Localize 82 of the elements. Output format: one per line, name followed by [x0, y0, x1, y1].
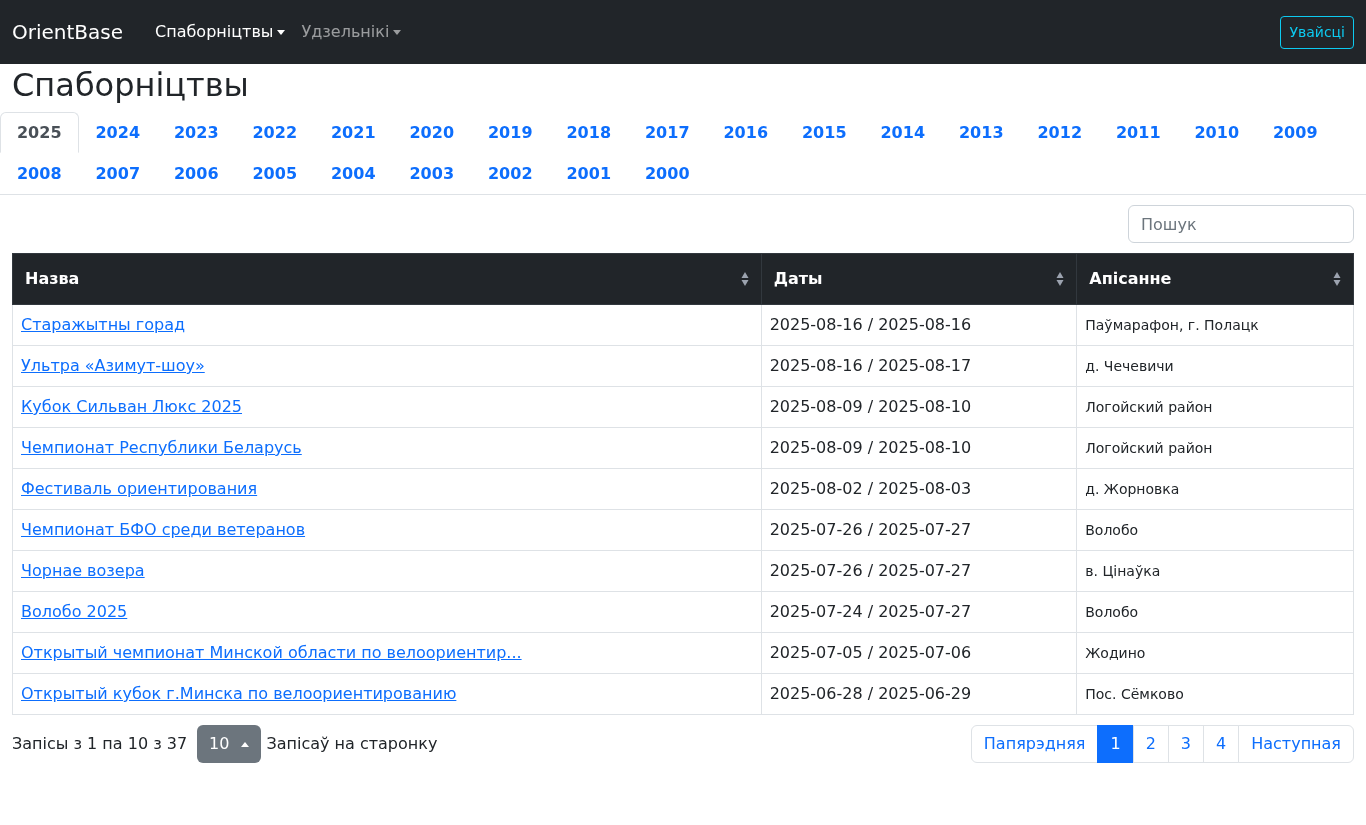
event-link[interactable]: Кубок Сильван Люкс 2025	[21, 397, 242, 416]
table-cell: 2025-07-05 / 2025-07-06	[761, 632, 1077, 674]
year-tab[interactable]: 2006	[157, 153, 236, 194]
event-link[interactable]: Чорнае возера	[21, 561, 145, 580]
year-tab[interactable]: 2013	[942, 112, 1021, 153]
table-cell: д. Жорновка	[1076, 468, 1354, 510]
table-cell: в. Цінаўка	[1076, 550, 1354, 592]
table-cell: 2025-08-09 / 2025-08-10	[761, 427, 1077, 469]
year-tab[interactable]: 2002	[471, 153, 550, 194]
page-size-label: Запісаў на старонку	[266, 733, 438, 755]
page-link[interactable]: Папярэдняя	[970, 725, 1099, 763]
table-cell: Паўмарафон, г. Полацк	[1076, 304, 1354, 346]
table-cell: 2025-08-16 / 2025-08-16	[761, 304, 1077, 346]
year-tab[interactable]: 2004	[314, 153, 393, 194]
table-cell: Волобо	[1076, 591, 1354, 633]
table-cell: 2025-07-26 / 2025-07-27	[761, 509, 1077, 551]
event-link[interactable]: Открытый чемпионат Минской области по велоориентир...	[21, 643, 522, 662]
table-cell: д. Чечевичи	[1076, 345, 1354, 387]
event-link[interactable]: Ультра «Азимут-шоу»	[21, 356, 205, 375]
table-cell: Волобо	[1076, 509, 1354, 551]
year-tab[interactable]: 2009	[1256, 112, 1335, 153]
table-cell: Логойский район	[1076, 386, 1354, 428]
year-tab[interactable]: 2001	[549, 153, 628, 194]
year-tab[interactable]: 2025	[0, 112, 79, 153]
event-link[interactable]: Старажытны горад	[21, 315, 186, 334]
year-tab[interactable]: 2021	[314, 112, 393, 153]
page-link[interactable]: 1	[1097, 725, 1134, 763]
year-tab[interactable]: 2012	[1020, 112, 1099, 153]
column-title: Назва	[25, 268, 80, 290]
login-button[interactable]: Увайсці	[1280, 15, 1354, 49]
year-tab[interactable]: 2008	[0, 153, 79, 194]
caret-icon	[241, 741, 250, 747]
sort-icon	[1333, 271, 1341, 287]
sort-icon	[1056, 271, 1065, 287]
year-tab[interactable]: 2000	[628, 153, 707, 194]
search-field[interactable]: Пошук	[1128, 205, 1354, 243]
event-link[interactable]: Чемпионат Республики Беларусь	[21, 438, 302, 457]
year-tab[interactable]: 2016	[706, 112, 785, 153]
event-link[interactable]: Волобо 2025	[21, 602, 128, 621]
table-cell: Логойский район	[1076, 427, 1354, 469]
year-tab[interactable]: 2023	[157, 112, 236, 153]
page-title: Спаборніцтвы	[11, 66, 250, 104]
page-size-select[interactable]: 10	[197, 725, 262, 763]
year-tab[interactable]: 2005	[235, 153, 314, 194]
table-cell: 2025-08-09 / 2025-08-10	[761, 386, 1077, 428]
column-title: Даты	[773, 268, 823, 290]
column-header[interactable]: Назва	[12, 253, 762, 305]
year-tab[interactable]: 2019	[471, 112, 550, 153]
brand-link[interactable]: OrientBase	[12, 17, 124, 47]
table-cell: Жодино	[1076, 632, 1354, 674]
year-tab[interactable]: 2024	[78, 112, 157, 153]
nav-dropdown[interactable]: Удзельнікі	[293, 20, 410, 44]
event-link[interactable]: Фестиваль ориентирования	[21, 479, 258, 498]
page-link[interactable]: 4	[1203, 725, 1240, 763]
caret-icon	[393, 29, 402, 35]
sort-icon	[740, 271, 749, 287]
year-tab[interactable]: 2007	[78, 153, 157, 194]
nav-dropdown[interactable]: Спаборніцтвы	[147, 20, 294, 44]
year-tab[interactable]: 2020	[392, 112, 471, 153]
event-link[interactable]: Открытый кубок г.Минска по велоориентированию	[21, 684, 457, 703]
table-cell: 2025-06-28 / 2025-06-29	[761, 673, 1077, 715]
year-tab[interactable]: 2014	[863, 112, 942, 153]
page-link[interactable]: 2	[1132, 725, 1169, 763]
year-tab[interactable]: 2010	[1177, 112, 1256, 153]
column-header[interactable]: Апісанне	[1076, 253, 1354, 305]
event-link[interactable]: Чемпионат БФО среди ветеранов	[21, 520, 306, 539]
table-cell: 2025-08-02 / 2025-08-03	[761, 468, 1077, 510]
table-cell: 2025-07-24 / 2025-07-27	[761, 591, 1077, 633]
year-tab[interactable]: 2017	[628, 112, 707, 153]
column-header[interactable]: Даты	[761, 253, 1077, 305]
year-tab[interactable]: 2011	[1099, 112, 1178, 153]
records-info: Запісы з 1 па 10 з 37	[12, 733, 188, 755]
page-link[interactable]: Наступная	[1238, 725, 1354, 763]
caret-icon	[277, 29, 286, 35]
year-tab[interactable]: 2003	[392, 153, 471, 194]
year-tab[interactable]: 2015	[785, 112, 864, 153]
year-tab[interactable]: 2018	[549, 112, 628, 153]
year-tab[interactable]: 2022	[235, 112, 314, 153]
table-cell: Пос. Сёмково	[1076, 673, 1354, 715]
table-cell: 2025-08-16 / 2025-08-17	[761, 345, 1077, 387]
column-title: Апісанне	[1089, 268, 1172, 290]
table-cell: 2025-07-26 / 2025-07-27	[761, 550, 1077, 592]
